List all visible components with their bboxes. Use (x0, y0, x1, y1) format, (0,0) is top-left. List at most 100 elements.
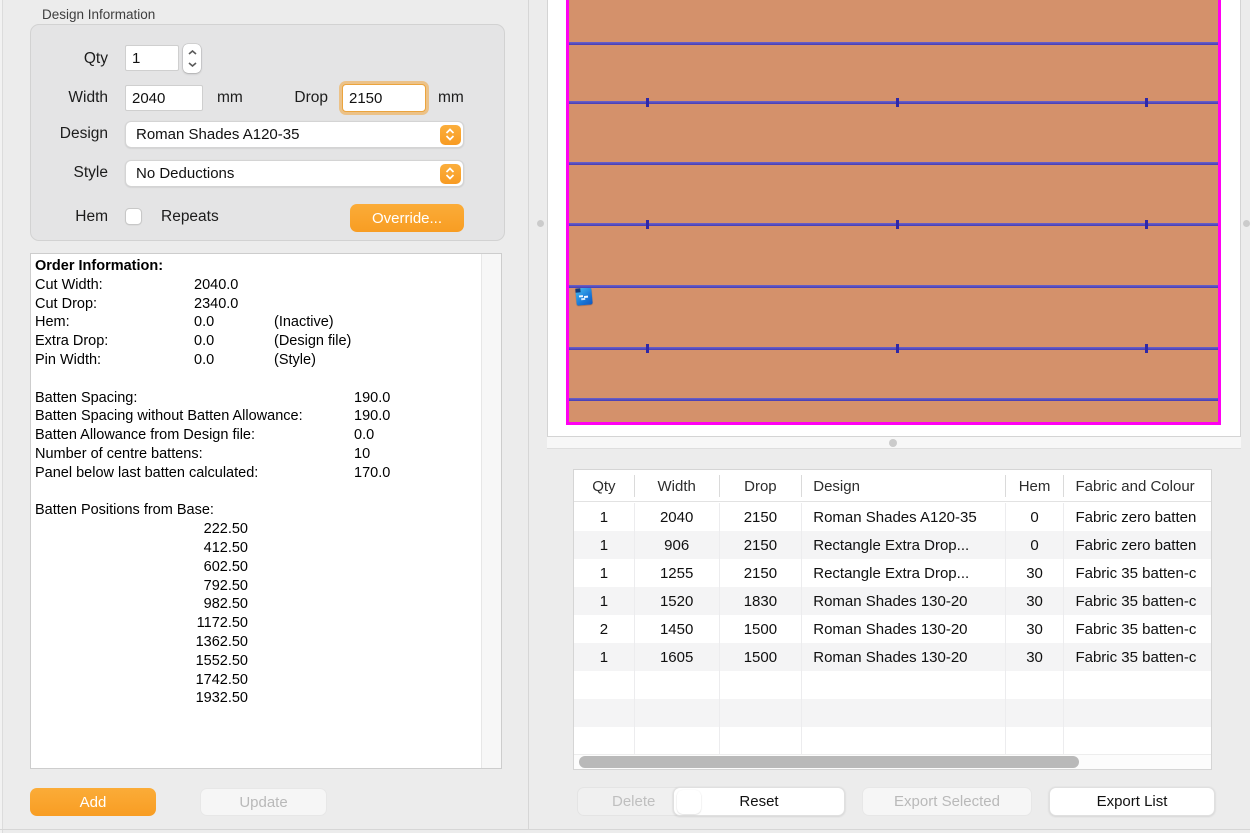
table-cell: Roman Shades 130-20 (802, 643, 1005, 671)
hem-checkbox[interactable] (125, 208, 142, 225)
table-cell: 2150 (720, 559, 803, 587)
table-cell: Fabric zero batten (1064, 531, 1211, 559)
order-information-text: Order Information:Cut Width:2040.0Cut Dr… (35, 257, 479, 708)
batten-position-value: 602.50 (35, 558, 248, 577)
batten-tick (1145, 344, 1148, 353)
drop-input[interactable] (342, 84, 426, 112)
order-information-box: Order Information:Cut Width:2040.0Cut Dr… (30, 253, 502, 769)
table-row-empty[interactable] (574, 727, 1211, 755)
batten-position-value: 1742.50 (35, 671, 248, 690)
column-header-qty[interactable]: Qty (574, 475, 635, 497)
table-row-empty[interactable] (574, 699, 1211, 727)
design-label: Design (31, 125, 108, 143)
width-label: Width (31, 89, 108, 107)
order-info-scrollbar[interactable] (481, 254, 501, 768)
table-cell (574, 727, 635, 755)
batten-line[interactable] (569, 223, 1218, 226)
batten-tick (646, 98, 649, 107)
batten-info-row: Panel below last batten calculated:170.0 (35, 464, 479, 483)
table-cell (574, 699, 635, 727)
shade-fabric-panel (566, 0, 1221, 425)
batten-positions-title: Batten Positions from Base: (35, 501, 479, 520)
width-input[interactable] (125, 85, 203, 111)
vertical-splitter-handle[interactable] (537, 220, 544, 227)
design-information-title: Design Information (42, 7, 155, 22)
delete-button[interactable]: Delete (612, 793, 655, 810)
override-button[interactable]: Override... (350, 204, 464, 232)
update-button[interactable]: Update (200, 788, 327, 816)
table-cell: Roman Shades 130-20 (802, 615, 1005, 643)
table-horizontal-scrollbar[interactable] (574, 754, 1211, 769)
table-cell: Fabric 35 batten-c (1064, 615, 1211, 643)
batten-position-value: 1932.50 (35, 689, 248, 708)
table-row[interactable]: 112552150Rectangle Extra Drop...30Fabric… (574, 559, 1211, 587)
column-header-design[interactable]: Design (802, 475, 1005, 497)
table-row[interactable]: 214501500Roman Shades 130-2030Fabric 35 … (574, 615, 1211, 643)
scrollbar-thumb[interactable] (579, 756, 1079, 768)
table-cell: 0 (1006, 531, 1065, 559)
style-dropdown[interactable]: No Deductions (125, 160, 464, 187)
design-dropdown-value: Roman Shades A120-35 (136, 126, 299, 143)
table-cell: 1520 (635, 587, 720, 615)
table-cell: 2040 (635, 503, 720, 531)
table-cell: 1500 (720, 643, 803, 671)
column-header-fabric-and-colour[interactable]: Fabric and Colour (1064, 475, 1211, 497)
batten-info-row: Batten Spacing without Batten Allowance:… (35, 407, 479, 426)
batten-line[interactable] (569, 347, 1218, 350)
qty-stepper[interactable] (183, 44, 201, 73)
table-cell (802, 671, 1005, 699)
drop-label: Drop (251, 89, 328, 107)
export-list-button[interactable]: Export List (1049, 787, 1215, 816)
table-row-empty[interactable] (574, 671, 1211, 699)
table-row[interactable]: 116051500Roman Shades 130-2030Fabric 35 … (574, 643, 1211, 671)
add-button[interactable]: Add (30, 788, 156, 816)
right-splitter-handle[interactable] (1243, 220, 1250, 227)
order-list-table: QtyWidthDropDesignHemFabric and Colour 1… (573, 469, 1212, 770)
batten-tick (646, 344, 649, 353)
table-cell (1006, 699, 1065, 727)
table-cell: Rectangle Extra Drop... (802, 531, 1005, 559)
table-cell (1064, 727, 1211, 755)
batten-tick (896, 98, 899, 107)
table-row[interactable]: 19062150Rectangle Extra Drop...0Fabric z… (574, 531, 1211, 559)
qty-label: Qty (31, 50, 108, 68)
table-cell: 1450 (635, 615, 720, 643)
table-cell: 1 (574, 559, 635, 587)
focus-pill (677, 790, 701, 814)
window-bottom-edge (0, 829, 1250, 830)
table-cell: Rectangle Extra Drop... (802, 559, 1005, 587)
batten-line[interactable] (569, 285, 1218, 288)
table-cell: 1 (574, 503, 635, 531)
batten-line[interactable] (569, 42, 1218, 45)
table-cell (635, 699, 720, 727)
column-header-width[interactable]: Width (635, 475, 720, 497)
column-header-hem[interactable]: Hem (1006, 475, 1065, 497)
panel-divider-line (528, 0, 529, 830)
table-row[interactable]: 120402150Roman Shades A120-350Fabric zer… (574, 503, 1211, 531)
batten-position-value: 222.50 (35, 520, 248, 539)
batten-line[interactable] (569, 162, 1218, 165)
batten-line[interactable] (569, 101, 1218, 104)
table-cell: Fabric zero batten (1064, 503, 1211, 531)
batten-marker-icon[interactable] (575, 287, 592, 305)
batten-position-value: 1362.50 (35, 633, 248, 652)
horizontal-splitter-handle[interactable] (889, 439, 897, 447)
table-row[interactable]: 115201830Roman Shades 130-2030Fabric 35 … (574, 587, 1211, 615)
order-info-title: Order Information: (35, 257, 479, 276)
batten-position-value: 982.50 (35, 595, 248, 614)
batten-position-value: 792.50 (35, 577, 248, 596)
column-header-drop[interactable]: Drop (720, 475, 803, 497)
order-info-row: Cut Width:2040.0 (35, 276, 479, 295)
dropdown-chevrons-icon (440, 125, 461, 145)
shade-preview-canvas[interactable] (547, 0, 1241, 437)
design-dropdown[interactable]: Roman Shades A120-35 (125, 121, 464, 148)
table-cell (720, 699, 803, 727)
table-header-row: QtyWidthDropDesignHemFabric and Colour (574, 470, 1211, 502)
qty-input[interactable] (125, 45, 179, 71)
table-cell: Fabric 35 batten-c (1064, 587, 1211, 615)
table-cell: 1 (574, 643, 635, 671)
export-selected-button[interactable]: Export Selected (862, 787, 1032, 816)
table-cell: 0 (1006, 503, 1065, 531)
batten-line[interactable] (569, 398, 1218, 401)
table-cell: Fabric 35 batten-c (1064, 643, 1211, 671)
